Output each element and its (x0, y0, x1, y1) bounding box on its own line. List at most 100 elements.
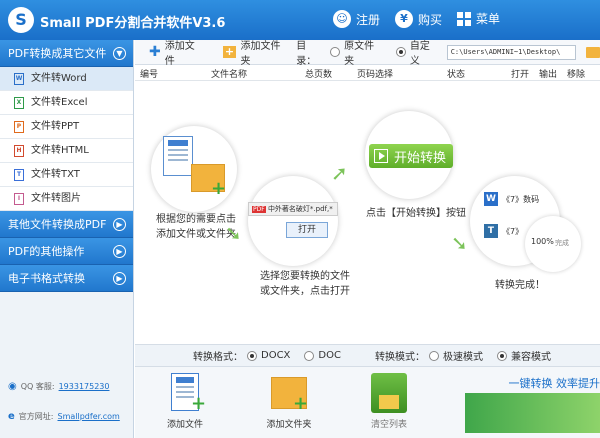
sidebar-section-ebook[interactable]: 电子书格式转换 ▶ (0, 265, 133, 292)
main-panel: ✚ 添加文件 + 添加文件夹 目录： 原文件夹 自定义 C:\Users\ADM… (135, 40, 600, 438)
sidebar-item-ppt[interactable]: P 文件转PPT (0, 115, 133, 139)
plus-icon: + (293, 393, 309, 414)
sidebar-item-excel[interactable]: X 文件转Excel (0, 91, 133, 115)
pdf-icon: PDF (252, 206, 266, 213)
guide-area: + 根据您的需要点击 添加文件或文件夹 ➘ PDF 中外著名破灯*.pdf,* … (135, 81, 600, 344)
sidebar-item-html[interactable]: H 文件转HTML (0, 139, 133, 163)
filename-box: PDF 中外著名破灯*.pdf,* (248, 202, 338, 216)
sidebar-item-label: 文件转Excel (31, 96, 88, 108)
sidebar-item-word[interactable]: W 文件转Word (0, 67, 133, 91)
title-bar: S Small PDF分割合并软件V3.6 ☺ 注册 ¥ 购买 菜单 (0, 0, 600, 40)
step4-row1: 《7》数码 (502, 195, 540, 204)
section-label: PDF的其他操作 (8, 245, 85, 258)
bottom-bar: + 添加文件 + 添加文件夹 清空列表 一键转换 效率提升 (135, 366, 600, 438)
format-label: 转换格式： (193, 352, 243, 363)
qq-link[interactable]: 1933175230 (59, 382, 110, 391)
menu-label: 菜单 (476, 12, 501, 26)
original-folder-label: 原文件夹 (344, 41, 375, 67)
step3-text: 点击【开始转换】按钮 (366, 208, 466, 219)
play-icon (374, 149, 388, 163)
grid-menu-icon (457, 11, 471, 26)
section-label: PDF转换成其它文件 (8, 47, 107, 60)
step4-text: 转换完成！ (495, 280, 545, 291)
file-table-header: 编号 文件名称 总页数 页码选择 状态 打开 输出 移除 (135, 65, 600, 81)
qq-support: ◉ QQ 客服: 1933175230 (8, 381, 109, 392)
step4-percent: 100% (531, 237, 554, 246)
col-number: 编号 (140, 70, 159, 80)
clear-list-button[interactable] (371, 373, 407, 413)
register-button[interactable]: ☺ 注册 (333, 10, 380, 28)
register-label: 注册 (356, 12, 381, 27)
sidebar-item-label: 文件转Word (31, 72, 87, 84)
col-total-pages: 总页数 (305, 70, 333, 80)
arrow-up-right-icon: ➚ (331, 161, 348, 185)
sidebar-item-label: 文件转TXT (31, 168, 80, 180)
buy-button[interactable]: ¥ 购买 (395, 10, 442, 28)
site-link[interactable]: Smallpdfer.com (58, 412, 120, 421)
folder-browse-icon[interactable] (586, 46, 600, 58)
sidebar-section-pdf-to-other[interactable]: PDF转换成其它文件 ▼ (0, 40, 133, 67)
sidebar-item-label: 文件转PPT (31, 120, 80, 132)
radio-original-folder[interactable] (330, 47, 341, 57)
col-output: 输出 (539, 70, 558, 80)
add-folder-button[interactable]: + (271, 373, 309, 414)
radio-compat-mode[interactable] (496, 350, 507, 361)
arrow-right-icon: ➘ (225, 221, 242, 245)
user-icon: ☺ (333, 10, 351, 28)
compat-mode-label: 兼容模式 (510, 352, 551, 363)
chevron-right-icon: ▶ (113, 218, 126, 231)
chevron-right-icon: ▶ (113, 272, 126, 285)
plus-icon: + (211, 178, 227, 199)
word-file-icon: W (14, 72, 24, 85)
docx-label: DOCX (261, 350, 291, 361)
chevron-down-icon: ▼ (113, 47, 126, 60)
chevron-right-icon: ▶ (113, 245, 126, 258)
col-remove: 移除 (567, 70, 586, 80)
add-file-link[interactable]: 添加文件 (165, 37, 205, 67)
sidebar-section-pdf-other-ops[interactable]: PDF的其他操作 ▶ (0, 238, 133, 265)
slogan: 一键转换 效率提升 (508, 377, 600, 390)
output-path-field[interactable]: C:\Users\ADMINI~1\Desktop\ (446, 44, 577, 60)
open-button-illustration: 打开 (286, 222, 328, 238)
step2-filename: 中外著名破灯*.pdf,* (267, 205, 333, 213)
add-file-illustration-icon (163, 136, 193, 176)
radio-doc[interactable] (304, 350, 315, 361)
excel-file-icon: X (14, 96, 24, 109)
clear-list-label: 清空列表 (370, 420, 407, 430)
step3-button-label: 开始转换 (394, 150, 447, 166)
arrow-right-icon: ➘ (451, 231, 468, 255)
sidebar-item-label: 文件转HTML (31, 144, 89, 156)
toolbar: ✚ 添加文件 + 添加文件夹 目录： 原文件夹 自定义 C:\Users\ADM… (135, 37, 600, 67)
sidebar-item-image[interactable]: I 文件转图片 (0, 187, 133, 211)
fast-mode-label: 极速模式 (442, 352, 483, 363)
directory-label: 目录： (296, 41, 317, 67)
promo-banner[interactable] (465, 393, 600, 433)
radio-fast-mode[interactable] (428, 350, 439, 361)
section-label: 其他文件转换成PDF (8, 218, 107, 231)
ppt-file-icon: P (14, 120, 24, 133)
official-site: e 官方网址: Smallpdfer.com (8, 411, 120, 422)
html-file-icon: H (14, 144, 24, 157)
buy-label: 购买 (418, 12, 443, 27)
step4-done-chip: 完成 (555, 239, 569, 247)
qq-icon: ◉ (8, 381, 17, 392)
add-file-plus-icon: ✚ (149, 44, 161, 60)
step2-text: 选择您要转换的文件 或文件夹，点击打开 (250, 269, 360, 299)
broom-head-icon (379, 395, 399, 409)
add-folder-label: 添加文件夹 (266, 420, 312, 430)
plus-icon: + (191, 393, 207, 414)
txt-icon: T (484, 224, 498, 238)
ie-icon: e (8, 411, 15, 422)
sidebar-item-txt[interactable]: T 文件转TXT (0, 163, 133, 187)
col-open: 打开 (511, 70, 530, 80)
add-file-button[interactable]: + (167, 373, 207, 414)
sidebar-section-other-to-pdf[interactable]: 其他文件转换成PDF ▶ (0, 211, 133, 238)
col-status: 状态 (447, 70, 466, 80)
radio-docx[interactable] (247, 350, 257, 361)
add-folder-link[interactable]: 添加文件夹 (240, 37, 290, 67)
col-page-select: 页码选择 (357, 70, 394, 80)
menu-button[interactable]: 菜单 (457, 10, 500, 27)
word-icon: W (484, 192, 498, 206)
step1-circle: + (151, 126, 237, 212)
radio-custom[interactable] (395, 47, 406, 57)
